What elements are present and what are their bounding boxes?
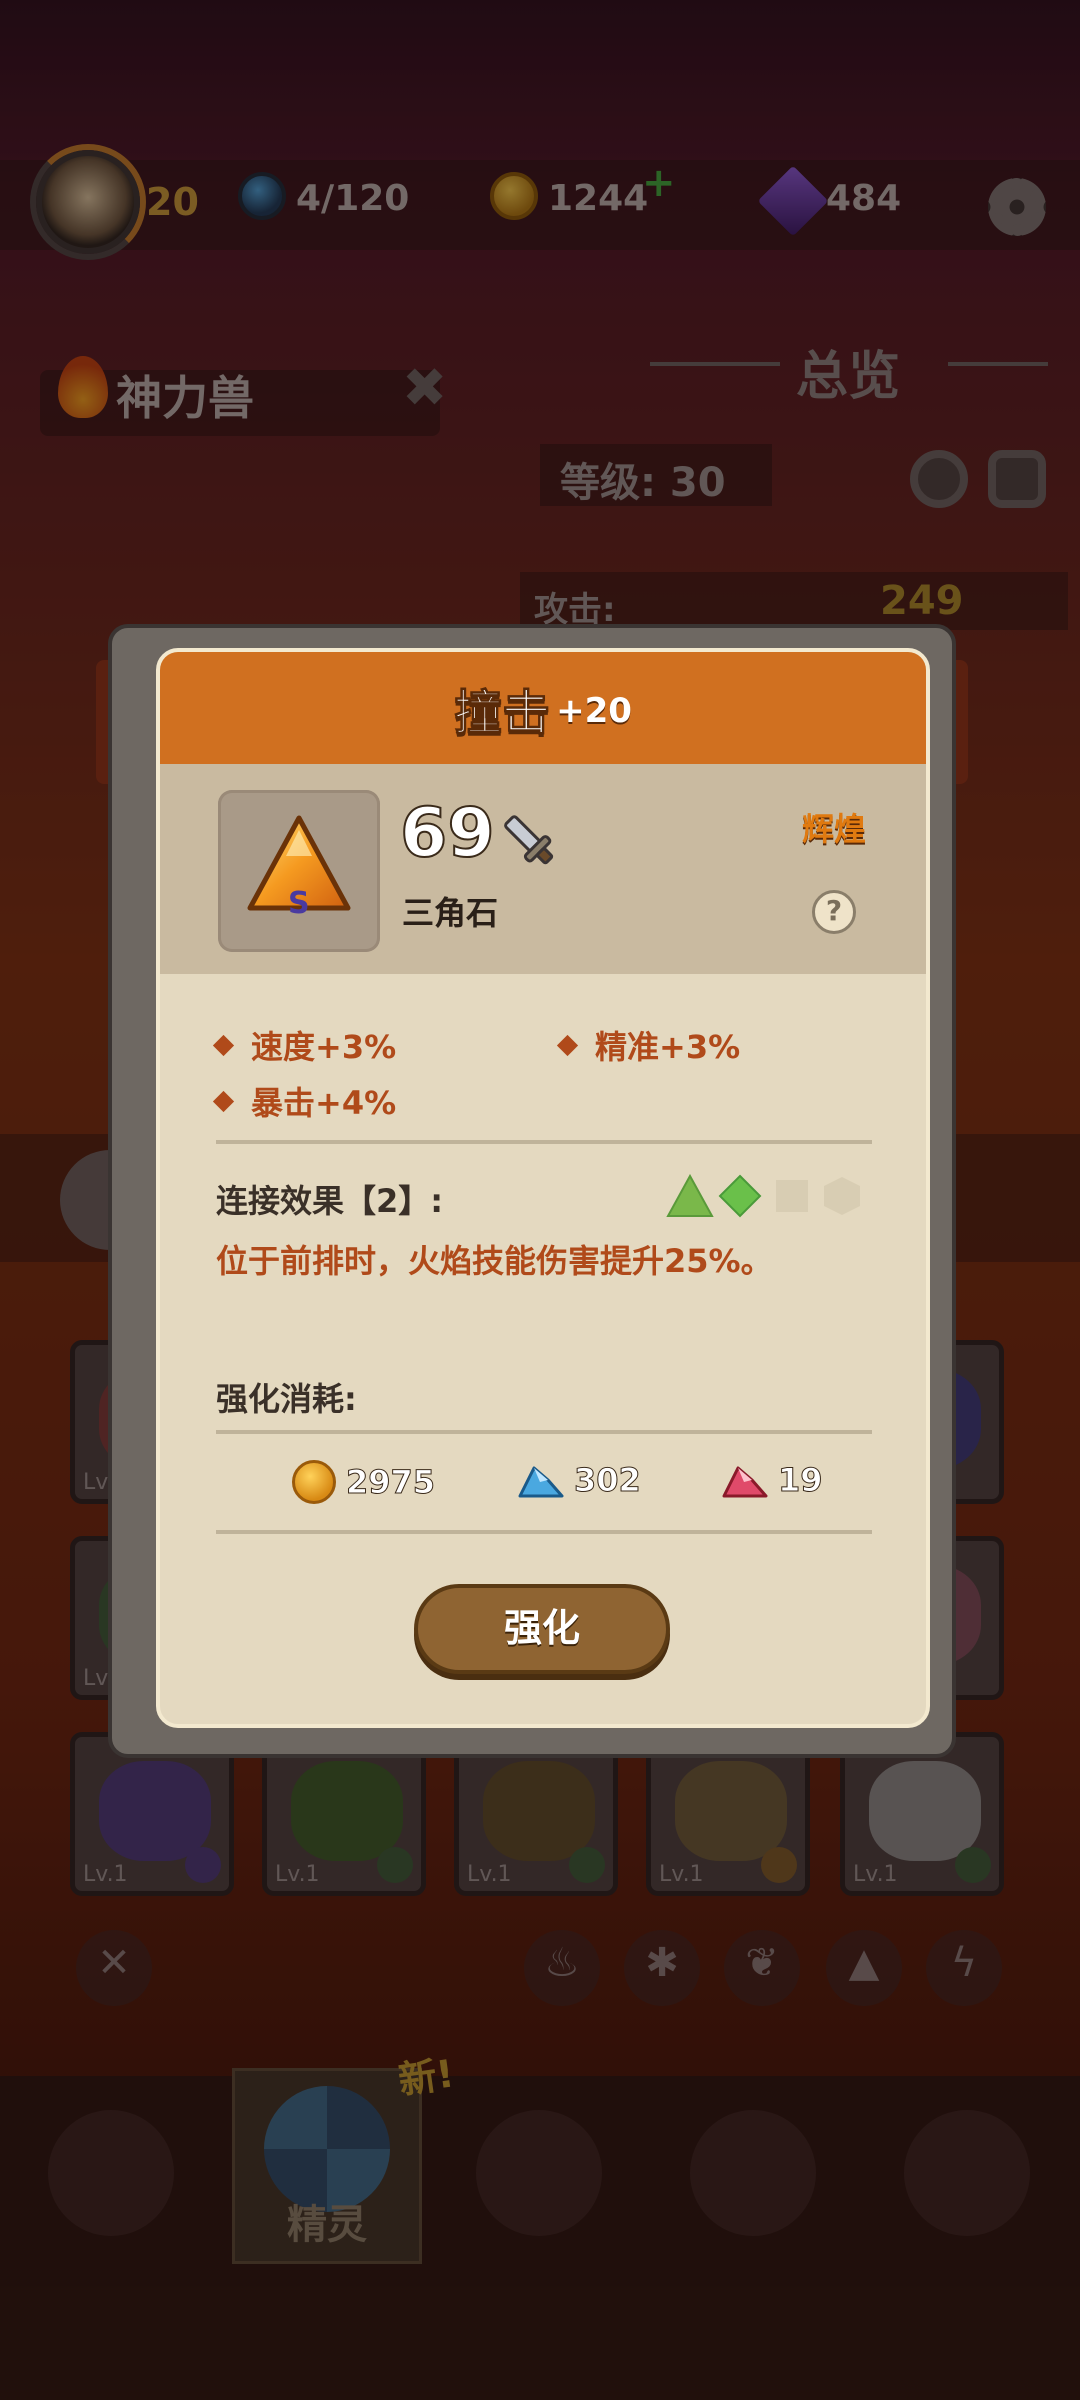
square-slot-icon [776, 1180, 808, 1212]
divider [216, 1530, 872, 1534]
triangle-slot-icon [666, 1174, 714, 1217]
bullet-diamond-icon [212, 1090, 235, 1112]
item-slot[interactable]: S [218, 790, 380, 952]
red-gem-icon [722, 1466, 768, 1498]
divider [216, 1430, 872, 1434]
sword-icon [504, 815, 554, 865]
stat-speed: 速度+3% [212, 1022, 396, 1068]
link-effect-description: 位于前排时，火焰技能伤害提升25%。 [216, 1242, 773, 1280]
item-power: 69 [399, 793, 496, 874]
triangle-stone-icon [247, 815, 351, 911]
help-button[interactable]: ? [812, 890, 856, 934]
dialog-header: 撞击 +20 [160, 652, 926, 764]
stat-crit: 暴击+4% [212, 1078, 396, 1124]
quality-label: 辉煌 [802, 810, 867, 848]
bullet-diamond-icon [556, 1034, 579, 1056]
divider [216, 1140, 872, 1144]
diamond-slot-icon [718, 1174, 762, 1218]
item-info-band: S 69 三角石 辉煌 ? [160, 764, 926, 974]
rank-letter: S [288, 886, 310, 921]
cost-blue-gems: 302 [516, 1460, 641, 1500]
blue-gem-icon [518, 1466, 564, 1498]
bullet-diamond-icon [212, 1034, 235, 1056]
dialog-title: 撞击 [454, 685, 551, 742]
cost-red-gems: 19 [720, 1460, 823, 1500]
coin-icon [292, 1460, 336, 1504]
cost-coins: 2975 [292, 1460, 436, 1504]
enhance-button[interactable]: 强化 [414, 1584, 670, 1674]
link-effect-title: 连接效果【2】: [216, 1182, 444, 1220]
enhance-cost-title: 强化消耗: [216, 1380, 357, 1418]
hexagon-slot-icon [824, 1177, 860, 1215]
dialog-title-bonus: +20 [556, 691, 632, 731]
item-name: 三角石 [402, 894, 499, 932]
rune-detail-dialog: 撞击 +20 S 69 三角石 辉煌 ? 速度+3% 精准+3% 暴击+4% 连… [156, 648, 930, 1728]
stat-accuracy: 精准+3% [556, 1022, 740, 1068]
